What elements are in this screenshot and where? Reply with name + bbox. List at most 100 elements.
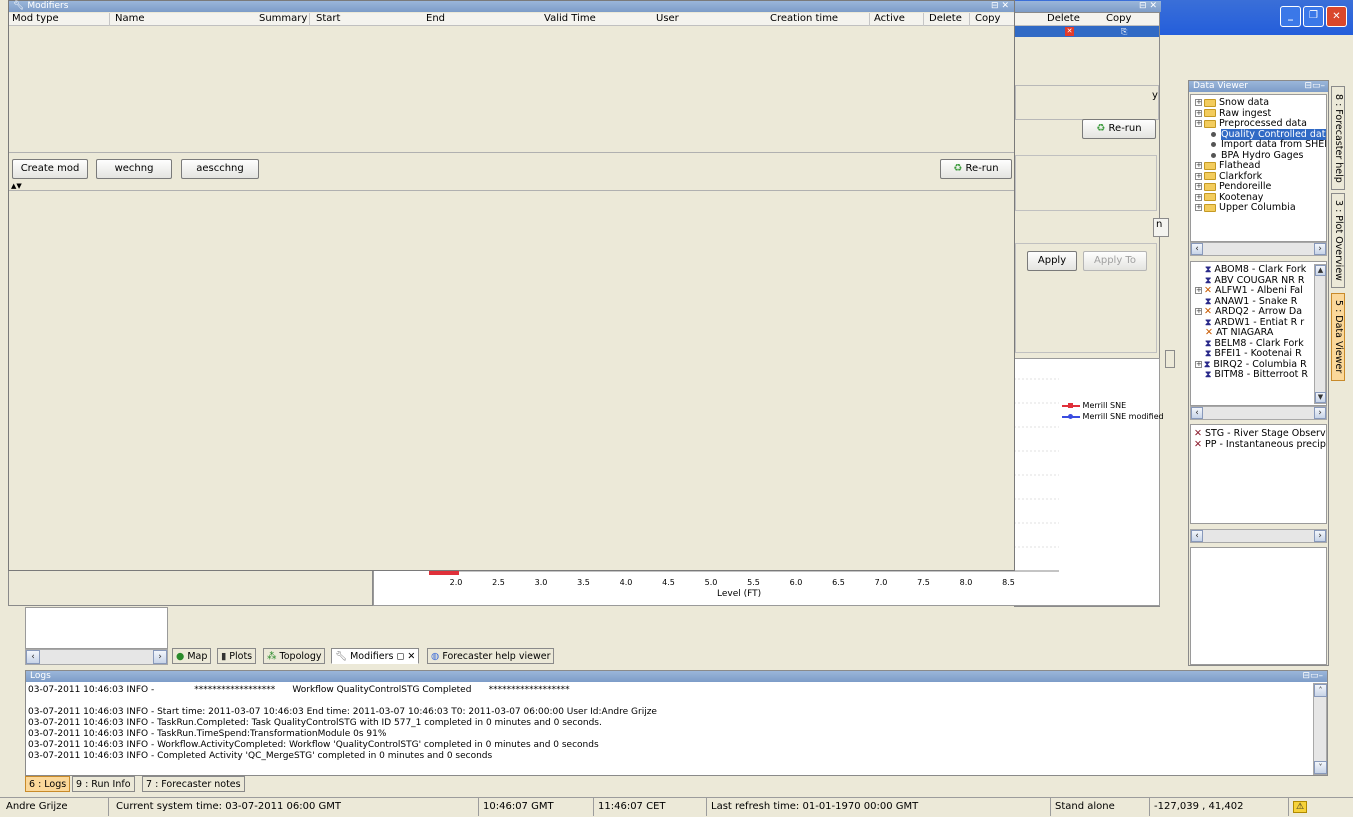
logs-scroll-down[interactable]: ˅ xyxy=(1314,761,1327,774)
rerun-label-2: Re-run xyxy=(1108,123,1142,134)
splitter-arrows-icon[interactable]: ▲▼ xyxy=(11,183,22,190)
loc-scroll-down[interactable]: ▼ xyxy=(1315,392,1326,403)
small-box[interactable] xyxy=(1165,350,1175,368)
logs-vscrollbar[interactable]: ˄ ˅ xyxy=(1313,683,1327,775)
expand-icon[interactable]: + xyxy=(1195,193,1202,201)
param-container: ✕ STG - River Stage Observe ✕ PP - Instanta… xyxy=(1194,428,1326,451)
warning-icon[interactable]: ⚠ xyxy=(1290,798,1350,816)
col-name[interactable]: Name xyxy=(115,13,145,25)
x-tick-label: 5.0 xyxy=(705,578,718,587)
expand-icon[interactable]: + xyxy=(1195,109,1202,117)
tab-topology[interactable]: ⁂ Topology xyxy=(263,648,326,664)
col-end[interactable]: End xyxy=(426,13,445,25)
header-divider xyxy=(923,13,924,26)
rerun-button-2[interactable]: ♻ Re-run xyxy=(1082,119,1156,139)
status-coords: -127,039 , 41,402 xyxy=(1151,798,1289,816)
location-list: ⧗ ABOM8 - Clark Fork ⧗ ABV COUGAR NR R + ✕ ALF… xyxy=(1190,261,1327,406)
close-button[interactable]: ✕ xyxy=(1326,6,1347,27)
loc-scroll-right[interactable]: › xyxy=(1314,407,1326,419)
expand-icon[interactable]: + xyxy=(1195,99,1202,106)
tree-item-label: Quality Controlled data xyxy=(1221,128,1326,140)
second-window-table-header: Delete Copy xyxy=(1015,13,1159,26)
x-tick-label: 5.5 xyxy=(747,578,760,587)
param-scroll-right[interactable]: › xyxy=(1314,530,1326,542)
parameter-item[interactable]: ✕ PP - Instantaneous precipit xyxy=(1194,439,1326,451)
second-window-titlebar: ⊟ ✕ xyxy=(1015,1,1161,12)
modifiers-window: 🔧︎ Modifiers ⊟ ✕ Mod type Name Summary S… xyxy=(8,0,1015,571)
legend-swatch-2 xyxy=(1062,413,1080,419)
tab-modifiers[interactable]: 🔧︎ Modifiers ◻ ✕ xyxy=(331,648,420,664)
panel-controls-icon[interactable]: ⊟▭– xyxy=(1302,671,1323,682)
maximize-button[interactable]: ❐ xyxy=(1303,6,1324,27)
col-delete[interactable]: Delete xyxy=(929,13,962,25)
logs-scroll-up[interactable]: ˄ xyxy=(1314,684,1327,697)
tab-close-icon[interactable]: ✕ xyxy=(407,651,415,662)
location-hscrollbar[interactable]: ‹ › xyxy=(1190,406,1327,420)
options-panel xyxy=(1015,155,1157,211)
tab-forecaster-help-viewer[interactable]: ◍ Forecaster help viewer xyxy=(427,648,555,664)
rerun-button[interactable]: ♻ Re-run xyxy=(940,159,1012,179)
col-mod-type[interactable]: Mod type xyxy=(12,13,59,25)
param-hscrollbar[interactable]: ‹ › xyxy=(1190,529,1327,543)
create-mod-button[interactable]: Create mod xyxy=(12,159,88,179)
col-summary[interactable]: Summary xyxy=(259,13,307,25)
location-label: BIRQ2 - Columbia R xyxy=(1213,358,1307,370)
tree-scroll-right[interactable]: › xyxy=(1314,243,1326,255)
expand-icon[interactable]: + xyxy=(1195,172,1202,180)
expand-icon[interactable]: + xyxy=(1195,287,1202,294)
apply-button[interactable]: Apply xyxy=(1027,251,1077,271)
side-tab-plot-overview[interactable]: 3 : Plot Overview xyxy=(1331,193,1345,288)
location-item[interactable]: ⧗ BITM8 - Bitterroot R xyxy=(1191,369,1326,381)
col-start[interactable]: Start xyxy=(316,13,340,25)
tab-map[interactable]: ● Map xyxy=(172,648,212,664)
side-tab-forecaster-help[interactable]: 8 : Forecaster help xyxy=(1331,86,1345,190)
aescchng-button[interactable]: aescchng xyxy=(181,159,259,179)
log-line: 03-07-2011 10:46:03 INFO - Workflow.Acti… xyxy=(28,740,599,750)
location-label: BITM8 - Bitterroot R xyxy=(1214,369,1309,380)
copy-icon[interactable]: ⎘ xyxy=(1121,27,1130,36)
tab-plots[interactable]: ▮ Plots xyxy=(217,648,257,664)
col-creation-time[interactable]: Creation time xyxy=(770,13,838,25)
map-hscrollbar[interactable]: ‹ › xyxy=(25,649,168,665)
wechng-button[interactable]: wechng xyxy=(96,159,172,179)
partial-n-button[interactable]: n xyxy=(1153,218,1169,237)
expand-icon[interactable]: + xyxy=(1195,183,1202,190)
expand-icon[interactable]: + xyxy=(1195,308,1202,315)
tab-forecaster-notes[interactable]: 7 : Forecaster notes xyxy=(142,776,245,792)
apply-to-button[interactable]: Apply To xyxy=(1083,251,1147,271)
minimize-button[interactable]: _ xyxy=(1280,6,1301,27)
window-controls-icon[interactable]: ⊟ ✕ xyxy=(991,1,1009,12)
loc-scroll-left[interactable]: ‹ xyxy=(1191,407,1203,419)
expand-icon[interactable]: + xyxy=(1195,162,1202,169)
col-copy[interactable]: Copy xyxy=(975,13,1000,25)
tree-hscrollbar[interactable]: ‹ › xyxy=(1190,242,1327,256)
expand-icon[interactable]: + xyxy=(1195,204,1202,211)
scroll-left-button[interactable]: ‹ xyxy=(26,650,40,664)
tree-item-label: Kootenay xyxy=(1219,191,1264,203)
restore-icon[interactable]: ◻ xyxy=(397,651,405,662)
location-vscrollbar[interactable]: ▲ ▼ xyxy=(1314,264,1326,404)
location-label: ALFW1 - Albeni Fal xyxy=(1214,285,1303,296)
col-user[interactable]: User xyxy=(656,13,679,25)
panel-controls-icon[interactable]: ⊟▭– xyxy=(1304,81,1325,92)
tree-scroll-left[interactable]: ‹ xyxy=(1191,243,1203,255)
expand-icon[interactable]: + xyxy=(1195,360,1202,368)
col-valid-time[interactable]: Valid Time xyxy=(544,13,596,25)
tree-item[interactable]: BPA Hydro Gages xyxy=(1195,150,1326,162)
tab-logs[interactable]: 6 : Logs xyxy=(25,776,71,792)
tab-help-label: Forecaster help viewer xyxy=(442,651,551,662)
expand-icon[interactable]: + xyxy=(1195,120,1202,127)
loc-scroll-up[interactable]: ▲ xyxy=(1315,265,1326,276)
side-tab-data-viewer[interactable]: 5 : Data Viewer xyxy=(1331,293,1345,381)
tree-item[interactable]: + Preprocessed data xyxy=(1195,118,1326,130)
selected-row[interactable]: ✕ ⎘ xyxy=(1015,26,1159,37)
delete-icon[interactable]: ✕ xyxy=(1065,27,1074,36)
log-line: 03-07-2011 10:46:03 INFO - Completed Act… xyxy=(28,751,493,761)
col-active[interactable]: Active xyxy=(874,13,905,25)
scroll-right-button[interactable]: › xyxy=(153,650,167,664)
param-scroll-left[interactable]: ‹ xyxy=(1191,530,1203,542)
tab-run-info[interactable]: 9 : Run Info xyxy=(72,776,135,792)
tree-item[interactable]: + Upper Columbia xyxy=(1195,202,1326,214)
modifiers-title: Modifiers xyxy=(27,1,69,11)
